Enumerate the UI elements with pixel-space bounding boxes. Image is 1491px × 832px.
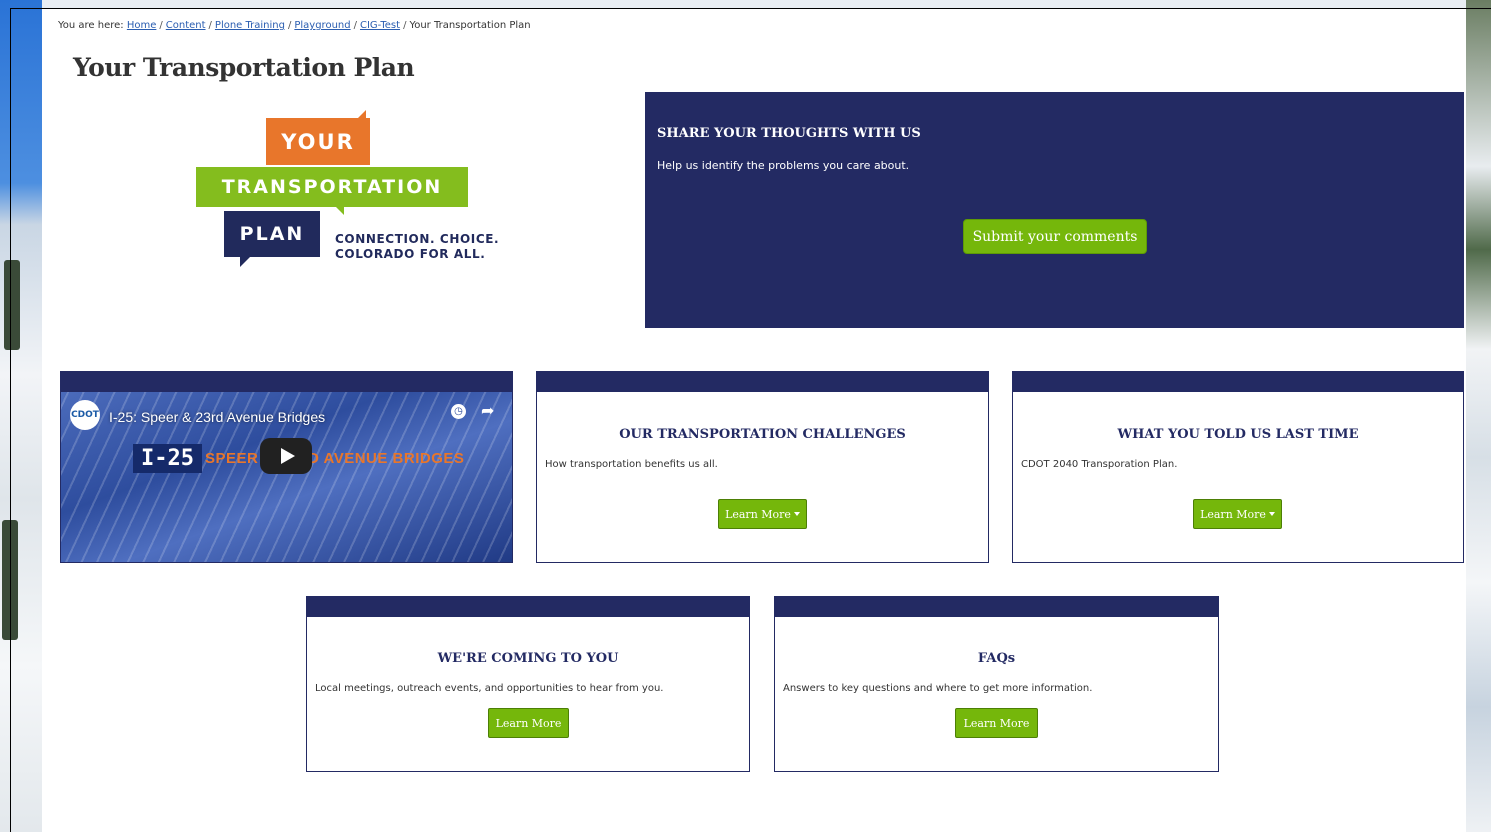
video-title[interactable]: I-25: Speer & 23rd Avenue Bridges <box>109 409 325 425</box>
card-title: WE'RE COMING TO YOU <box>437 651 619 666</box>
breadcrumb-separator: / <box>208 20 212 31</box>
video-overlay-highway: I-25 <box>133 444 202 473</box>
card-title: FAQs <box>977 651 1016 666</box>
breadcrumb-current: Your Transportation Plan <box>409 20 531 31</box>
card-text: How transportation benefits us all. <box>545 459 718 470</box>
caret-down-icon <box>1268 512 1275 516</box>
card-title: WHAT YOU TOLD US LAST TIME <box>1117 427 1359 442</box>
breadcrumb-separator: / <box>287 20 292 31</box>
card-header-bar <box>775 597 1218 617</box>
breadcrumb-separator: / <box>159 20 163 31</box>
breadcrumb-link-home[interactable]: Home <box>127 20 157 31</box>
breadcrumb-link-playground[interactable]: Playground <box>294 20 350 31</box>
share-text: Help us identify the problems you care a… <box>657 159 910 172</box>
logo-tagline-line2: COLORADO FOR ALL. <box>335 247 486 261</box>
logo-word-your: YOUR <box>266 110 370 165</box>
card-coming-to-you: WE'RE COMING TO YOU Local meetings, outr… <box>306 596 750 772</box>
watch-later-icon[interactable]: ◷ <box>451 404 466 419</box>
card-title: OUR TRANSPORTATION CHALLENGES <box>619 427 906 442</box>
card-text: Answers to key questions and where to ge… <box>783 683 1093 694</box>
card-what-you-told-us: WHAT YOU TOLD US LAST TIME CDOT 2040 Tra… <box>1012 371 1464 563</box>
learn-more-button[interactable]: Learn More <box>955 708 1038 738</box>
learn-more-button[interactable]: Learn More <box>488 708 569 738</box>
frame-line <box>10 8 11 832</box>
button-label: Learn More <box>725 507 791 521</box>
breadcrumb-link-content[interactable]: Content <box>166 20 206 31</box>
button-label: Learn More <box>1200 507 1266 521</box>
breadcrumb-prefix: You are here: <box>58 20 124 31</box>
share-title: SHARE YOUR THOUGHTS WITH US <box>657 126 921 141</box>
play-button-icon[interactable] <box>260 438 312 474</box>
logo-word-transportation: TRANSPORTATION <box>196 167 468 215</box>
breadcrumb-separator: / <box>353 20 357 31</box>
breadcrumb-link-plone-training[interactable]: Plone Training <box>215 20 285 31</box>
card-text: Local meetings, outreach events, and opp… <box>315 683 664 694</box>
logo-word-plan: PLAN <box>224 211 320 267</box>
card-faqs: FAQs Answers to key questions and where … <box>774 596 1219 772</box>
card-header-bar <box>1013 372 1463 392</box>
share-thoughts-panel: SHARE YOUR THOUGHTS WITH US Help us iden… <box>645 92 1464 328</box>
breadcrumb: You are here: Home / Content / Plone Trainin… <box>58 20 531 31</box>
share-icon[interactable]: ➦ <box>481 401 494 420</box>
breadcrumb-link-cig-test[interactable]: CIG-Test <box>360 20 400 31</box>
logo-tagline-line1: CONNECTION. CHOICE. <box>335 232 500 246</box>
background-left <box>0 0 42 832</box>
background-right <box>1466 0 1491 832</box>
logo-tagline: CONNECTION. CHOICE. COLORADO FOR ALL. <box>335 232 499 262</box>
learn-more-dropdown-button[interactable]: Learn More <box>1193 499 1282 529</box>
card-header-bar <box>537 372 988 392</box>
caret-down-icon <box>793 512 800 516</box>
card-transportation-challenges: OUR TRANSPORTATION CHALLENGES How transp… <box>536 371 989 563</box>
video-embed[interactable]: CDOT I-25: Speer & 23rd Avenue Bridges ◷… <box>60 371 513 563</box>
submit-comments-button[interactable]: Submit your comments <box>963 219 1147 254</box>
card-text: CDOT 2040 Transporation Plan. <box>1021 459 1178 470</box>
cdot-channel-logo[interactable]: CDOT <box>70 400 100 430</box>
breadcrumb-separator: / <box>403 20 407 31</box>
card-header-bar <box>307 597 749 617</box>
tree-graphic <box>4 260 20 350</box>
your-transportation-plan-logo: YOUR TRANSPORTATION PLAN CONNECTION. CHO… <box>196 108 526 268</box>
page-title: Your Transportation Plan <box>73 53 415 82</box>
learn-more-dropdown-button[interactable]: Learn More <box>718 499 807 529</box>
video-overlay-subtitle: SPEER & 23RD AVENUE BRIDGES <box>205 450 465 467</box>
page-content: You are here: Home / Content / Plone Trainin… <box>42 9 1466 832</box>
